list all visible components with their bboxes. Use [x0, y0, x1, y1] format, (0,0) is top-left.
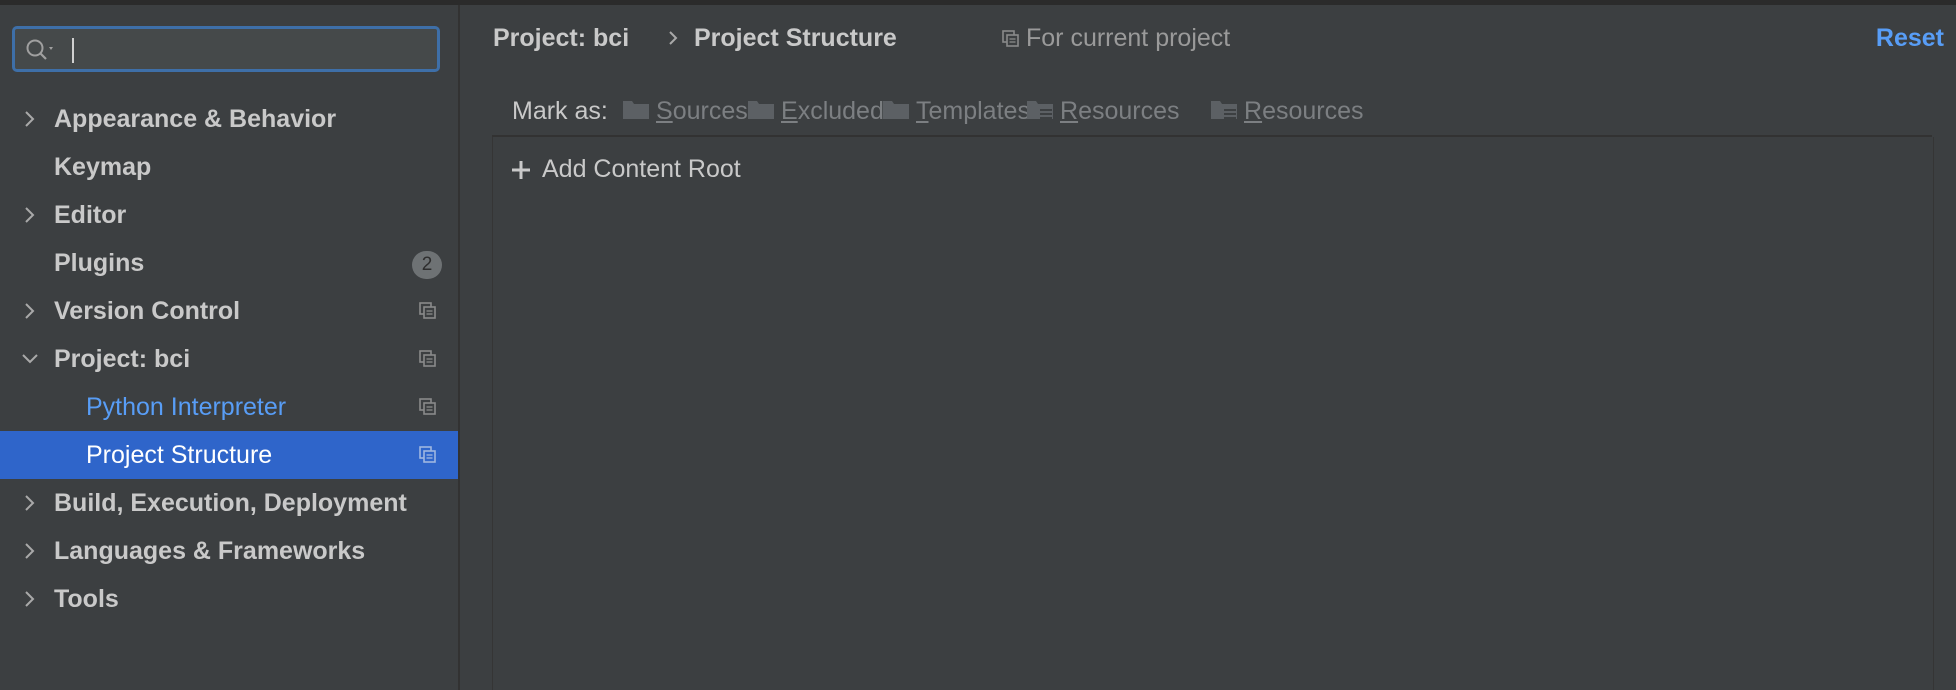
mark-templates-label: Templates	[916, 97, 1030, 125]
project-scope-icon	[419, 398, 436, 415]
sidebar-item-label: Python Interpreter	[86, 393, 287, 421]
mark-sources-label: Sources	[656, 97, 748, 125]
sidebar-item-editor[interactable]: Editor	[0, 191, 458, 239]
sidebar-item-python-interpreter[interactable]: Python Interpreter	[0, 383, 458, 431]
resources-folder-icon	[1027, 101, 1053, 119]
project-scope-icon	[1002, 30, 1019, 47]
sidebar-item-version-control[interactable]: Version Control	[0, 287, 458, 335]
search-input[interactable]	[12, 26, 440, 72]
chevron-right-icon[interactable]	[20, 493, 40, 513]
project-scope-icon	[419, 350, 436, 367]
folder-icon	[883, 101, 909, 119]
plugins-update-badge: 2	[412, 251, 442, 279]
sidebar-item-keymap[interactable]: Keymap	[0, 143, 458, 191]
sidebar-item-plugins[interactable]: Plugins 2	[0, 239, 458, 287]
breadcrumb-project: Project: bci	[493, 24, 630, 52]
chevron-down-icon[interactable]	[20, 349, 40, 369]
project-scope-icon	[419, 446, 436, 463]
settings-sidebar: Appearance & Behavior Keymap Editor Plug…	[0, 5, 460, 690]
sidebar-item-project-structure[interactable]: Project Structure	[0, 431, 458, 479]
mark-excluded-label: Excluded	[781, 97, 884, 125]
mark-test-resources-label: Resources	[1244, 97, 1364, 125]
sidebar-item-languages-frameworks[interactable]: Languages & Frameworks	[0, 527, 458, 575]
settings-tree: Appearance & Behavior Keymap Editor Plug…	[0, 95, 458, 623]
mark-as-toolbar: Mark as: Sources Excluded Templates Reso…	[492, 83, 1932, 137]
sidebar-item-build-execution-deployment[interactable]: Build, Execution, Deployment	[0, 479, 458, 527]
content-root-list	[492, 137, 1934, 690]
breadcrumb-separator-icon	[669, 31, 678, 45]
project-scope-icon	[419, 302, 436, 319]
chevron-right-icon[interactable]	[20, 205, 40, 225]
sidebar-item-label: Languages & Frameworks	[54, 537, 366, 565]
add-content-root-label: Add Content Root	[542, 155, 741, 183]
sidebar-item-label: Editor	[54, 201, 127, 229]
folder-icon	[623, 101, 649, 119]
chevron-right-icon[interactable]	[20, 109, 40, 129]
search-icon	[26, 39, 53, 60]
mark-resources-label: Resources	[1060, 97, 1180, 125]
chevron-right-icon[interactable]	[20, 301, 40, 321]
sidebar-item-label: Appearance & Behavior	[54, 105, 337, 133]
chevron-right-icon[interactable]	[20, 541, 40, 561]
sidebar-item-label: Plugins	[54, 249, 145, 277]
sidebar-item-appearance-behavior[interactable]: Appearance & Behavior	[0, 95, 458, 143]
folder-icon	[748, 101, 774, 119]
chevron-right-icon[interactable]	[20, 589, 40, 609]
sidebar-item-label: Version Control	[54, 297, 241, 325]
sidebar-item-label: Project Structure	[86, 441, 273, 469]
mark-as-label: Mark as:	[512, 97, 608, 125]
sidebar-item-project-bci[interactable]: Project: bci	[0, 335, 458, 383]
content-roots-panel: Mark as: Sources Excluded Templates Reso…	[492, 83, 1934, 690]
sidebar-item-label: Tools	[54, 585, 119, 613]
text-caret	[72, 38, 74, 63]
plus-icon	[512, 161, 530, 179]
sidebar-item-label: Project: bci	[54, 345, 191, 373]
sidebar-item-tools[interactable]: Tools	[0, 575, 458, 623]
test-resources-folder-icon	[1211, 101, 1237, 119]
page-title: Project Structure	[694, 24, 897, 52]
reset-link[interactable]: Reset	[1876, 24, 1944, 53]
sidebar-item-label: Build, Execution, Deployment	[54, 489, 407, 517]
settings-main-panel: Project: bci Project Structure For curre…	[460, 5, 1956, 690]
sidebar-item-label: Keymap	[54, 153, 152, 181]
scope-label: For current project	[1026, 24, 1231, 52]
